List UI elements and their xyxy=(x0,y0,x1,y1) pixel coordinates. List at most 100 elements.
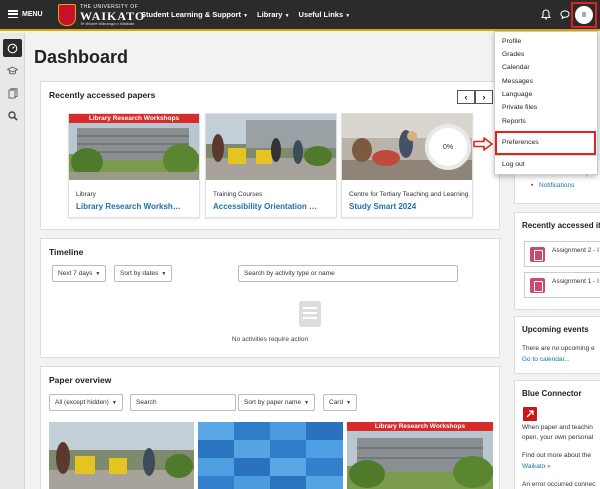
caret-down-icon: ▼ xyxy=(304,399,310,406)
blue-connector-title: Blue Connector xyxy=(522,389,582,398)
progress-ring: 0% xyxy=(425,124,471,170)
blue-connector-text: When paper and teachin xyxy=(522,424,593,431)
paper-card[interactable]: Library Research Workshops Library Libra… xyxy=(68,113,200,218)
paper-image: 0% xyxy=(342,114,472,180)
user-menu-toggle[interactable]: II xyxy=(571,2,597,28)
recent-item-label: Assignment 2 - I xyxy=(552,247,599,254)
recent-item[interactable]: Assignment 1 - I xyxy=(524,272,600,298)
overview-paper-image[interactable]: Library Research Workshops xyxy=(347,422,493,489)
notifications-link[interactable]: Notifications xyxy=(539,182,574,189)
preferences-highlight xyxy=(495,131,596,155)
main-nav: Student Learning & Support ▼ Library ▼ U… xyxy=(141,10,350,19)
paper-category: Training Courses xyxy=(213,191,263,198)
menu-label: MENU xyxy=(22,10,43,18)
overview-search-input[interactable]: Search xyxy=(130,394,236,411)
bell-icon[interactable] xyxy=(541,9,551,20)
speedometer-icon xyxy=(7,43,18,53)
files-icon xyxy=(8,87,17,98)
paper-card[interactable]: Training Courses Accessibility Orientati… xyxy=(205,113,337,218)
menu-divider xyxy=(495,155,597,156)
upcoming-events-text: There are no upcoming e xyxy=(522,345,595,352)
paper-category: Centre for Tertiary Teaching and Learnin… xyxy=(349,191,469,198)
timeline-block: Timeline Next 7 days ▼ Sort by dates ▼ Sea… xyxy=(40,238,500,358)
recent-papers-block: Recently accessed papers ‹ › Library Res… xyxy=(40,81,500,230)
chat-icon[interactable] xyxy=(560,9,570,20)
paper-banner: Library Research Workshops xyxy=(69,114,199,123)
paper-name-link[interactable]: Study Smart 2024 xyxy=(349,202,416,211)
dashboard-rail-button[interactable] xyxy=(3,39,22,57)
calendar-link[interactable]: Go to calendar... xyxy=(522,356,570,363)
nav-useful-links[interactable]: Useful Links ▼ xyxy=(299,10,351,19)
overview-sort-dropdown[interactable]: Sort by paper name ▼ xyxy=(238,394,316,411)
search-icon xyxy=(7,111,18,121)
caret-down-icon: ▼ xyxy=(243,13,249,19)
paper-overview-block: Paper overview All (except hidden) ▼ Sear… xyxy=(40,366,500,489)
page-title: Dashboard xyxy=(34,47,129,67)
timeline-title: Timeline xyxy=(49,247,84,257)
menu-item-messages[interactable]: Messages xyxy=(502,78,533,85)
blue-connector-text: open, your own personal xyxy=(522,434,594,441)
blue-connector-error: An error occurred connec xyxy=(522,481,596,488)
search-rail-button[interactable] xyxy=(3,107,22,125)
blue-connector-text: Find out more about the xyxy=(522,452,592,459)
progress-percent: 0% xyxy=(442,143,454,151)
paper-name-link[interactable]: Accessibility Orientation … xyxy=(213,202,317,211)
recent-papers-title: Recently accessed papers xyxy=(49,90,156,100)
hamburger-icon xyxy=(8,10,18,18)
assignment-icon xyxy=(530,247,545,262)
recent-items-block: Recently accessed ite Assignment 2 - I A… xyxy=(514,212,600,310)
menu-item-grades[interactable]: Grades xyxy=(502,51,524,58)
paper-image xyxy=(206,114,336,180)
upcoming-events-title: Upcoming events xyxy=(522,325,589,334)
chevron-left-icon[interactable]: ‹ xyxy=(457,90,475,104)
timeline-sort-dropdown[interactable]: Sort by dates ▼ xyxy=(114,265,173,282)
caret-down-icon: ▼ xyxy=(345,13,351,19)
menu-button[interactable]: MENU xyxy=(8,10,43,18)
avatar: II xyxy=(575,6,593,24)
graduation-cap-icon xyxy=(7,66,18,75)
paper-category: Library xyxy=(76,191,96,198)
nav-student-learning[interactable]: Student Learning & Support ▼ xyxy=(141,10,248,19)
paper-card[interactable]: 0% Centre for Tertiary Teaching and Lear… xyxy=(341,113,473,218)
caret-down-icon: ▼ xyxy=(95,270,101,277)
top-navbar: MENU THE UNIVERSITY OF WAIKATO Te Whare … xyxy=(0,0,600,31)
overview-view-dropdown[interactable]: Card ▼ xyxy=(323,394,358,411)
overview-paper-image[interactable] xyxy=(198,422,343,489)
blue-connector-block: Blue Connector When paper and teachin op… xyxy=(514,380,600,489)
menu-item-language[interactable]: Language xyxy=(502,91,532,98)
menu-item-reports[interactable]: Reports xyxy=(502,118,526,125)
caret-down-icon: ▼ xyxy=(111,399,117,406)
recent-item[interactable]: Assignment 2 - I xyxy=(524,241,600,267)
nav-library[interactable]: Library ▼ xyxy=(257,10,289,19)
menu-item-logout[interactable]: Log out xyxy=(502,161,525,168)
timeline-search-input[interactable]: Search by activity type or name xyxy=(238,265,458,282)
menu-item-profile[interactable]: Profile xyxy=(502,38,521,45)
user-menu-dropdown: Profile Grades Calendar Messages Languag… xyxy=(494,31,598,175)
days-filter-dropdown[interactable]: Next 7 days ▼ xyxy=(52,265,107,282)
paper-banner: Library Research Workshops xyxy=(347,422,493,431)
caret-down-icon: ▼ xyxy=(346,399,352,406)
paper-name-link[interactable]: Library Research Worksh… xyxy=(76,202,181,211)
paper-image: Library Research Workshops xyxy=(69,114,199,180)
brand-name: WAIKATO xyxy=(80,8,146,23)
upcoming-events-block: Upcoming events There are no upcoming e … xyxy=(514,316,600,374)
crest-icon xyxy=(58,4,76,26)
overview-filter-dropdown[interactable]: All (except hidden) ▼ xyxy=(49,394,123,411)
assignment-icon xyxy=(530,278,545,293)
university-logo[interactable]: THE UNIVERSITY OF WAIKATO Te Whare Wānan… xyxy=(58,4,145,26)
left-rail xyxy=(0,33,25,489)
timeline-empty-message: No activities require action xyxy=(231,336,309,343)
empty-list-icon xyxy=(299,301,321,327)
caret-down-icon: ▼ xyxy=(284,13,290,19)
recent-item-label: Assignment 1 - I xyxy=(552,278,599,285)
recent-items-title: Recently accessed ite xyxy=(522,221,600,230)
blue-connector-icon xyxy=(523,407,537,421)
menu-item-calendar[interactable]: Calendar xyxy=(502,64,530,71)
arrow-right-icon xyxy=(473,137,493,151)
calendar-rail-button[interactable] xyxy=(3,84,22,102)
overview-paper-image[interactable] xyxy=(49,422,194,489)
site-home-rail-button[interactable] xyxy=(3,62,22,80)
blue-connector-link[interactable]: Waikato » xyxy=(522,463,551,470)
menu-item-private-files[interactable]: Private files xyxy=(502,104,537,111)
chevron-right-icon[interactable]: › xyxy=(475,90,493,104)
